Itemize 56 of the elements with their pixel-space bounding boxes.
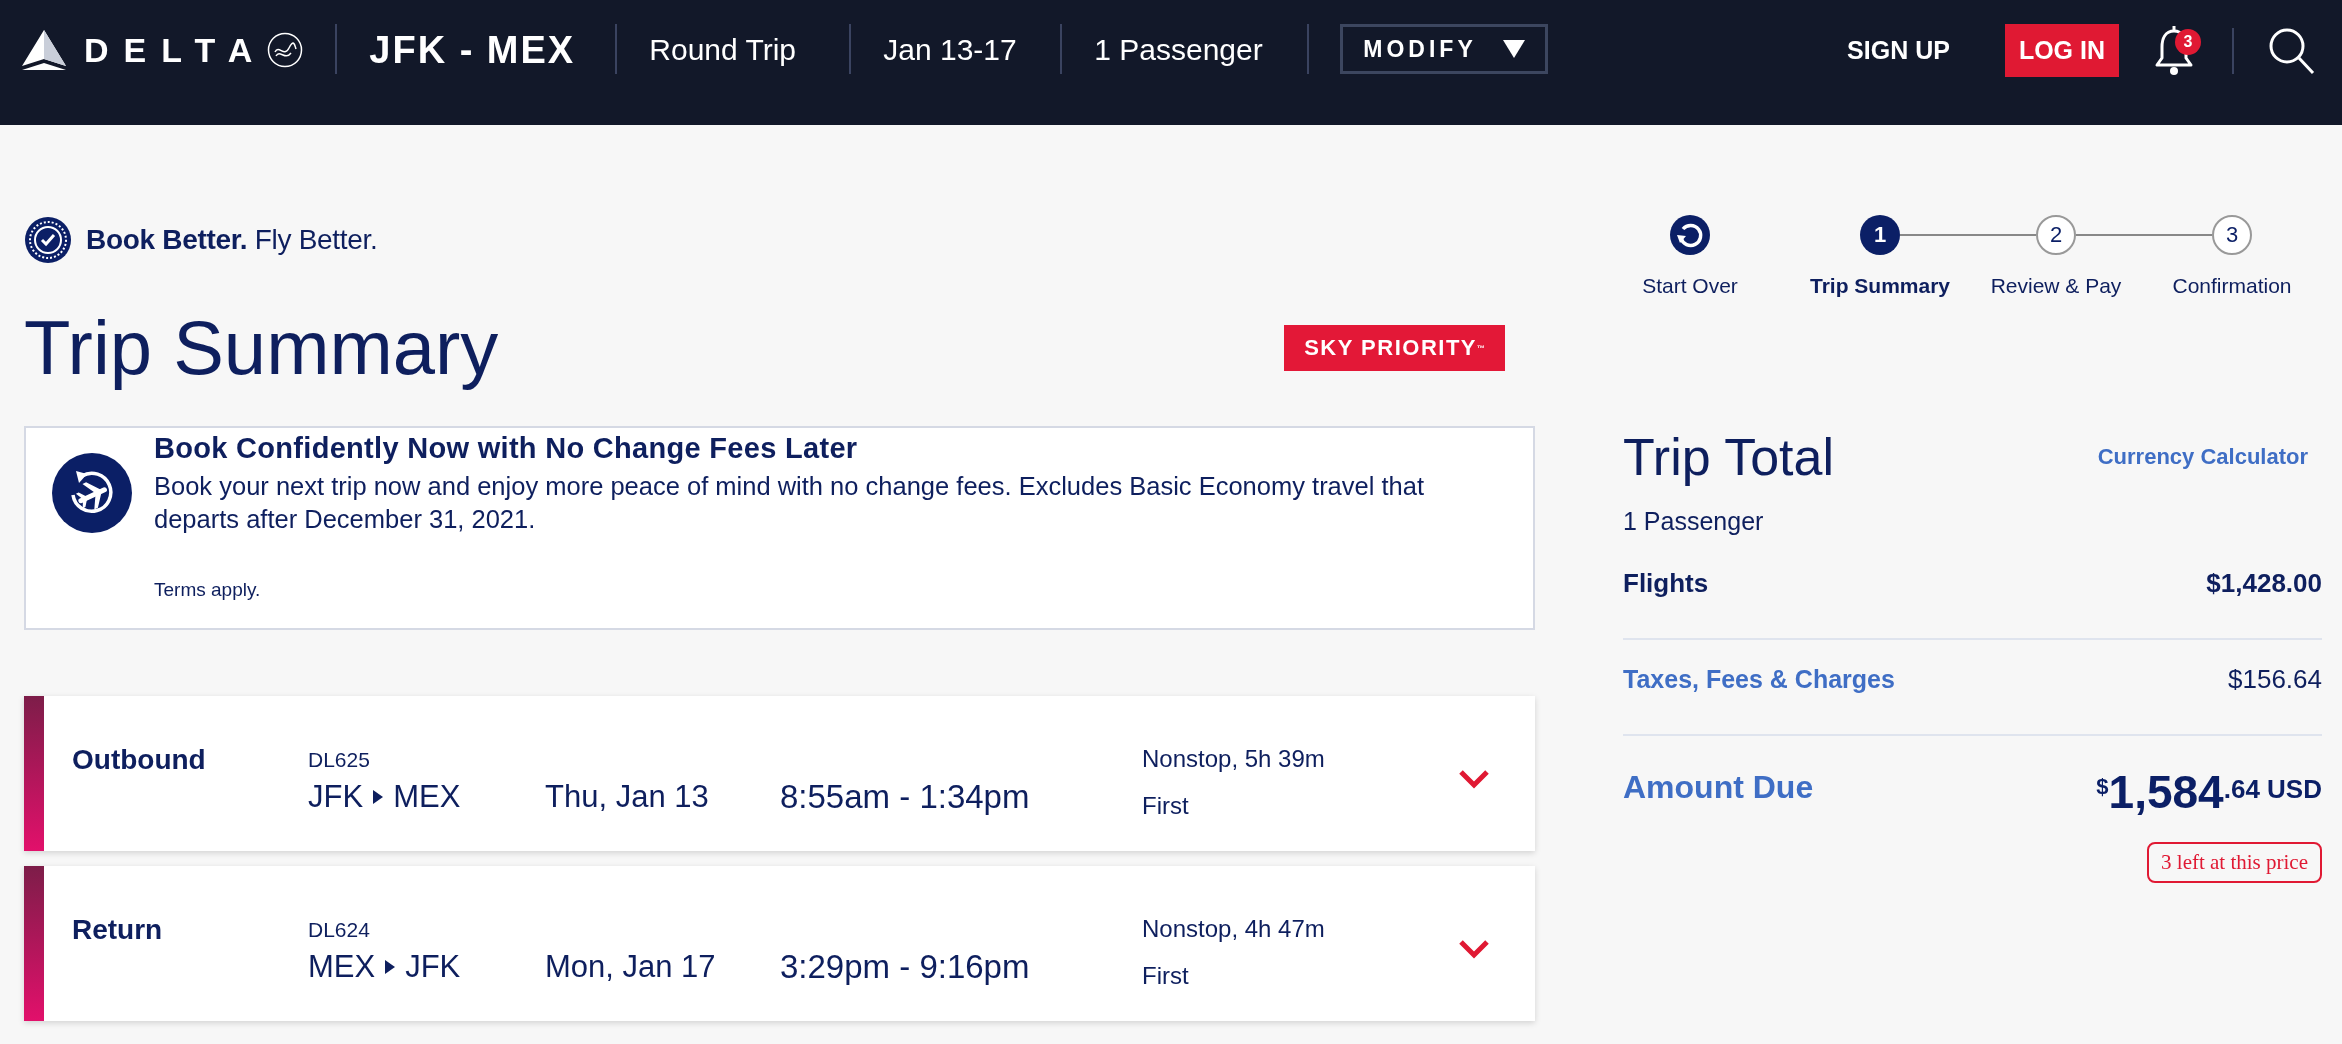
flight-times: 8:55am - 1:34pm (780, 778, 1030, 816)
trip-type-text: Round Trip (649, 33, 797, 67)
page-title: Trip Summary (24, 304, 499, 392)
flight-date: Mon, Jan 17 (545, 949, 716, 985)
origin-code: MEX (308, 949, 376, 985)
line-item-amount: $1,428.00 (2206, 567, 2322, 599)
cabin-class: First (1142, 961, 1189, 990)
route-text: JFK - MEX (369, 28, 576, 72)
notice-text: Book your next trip now and enjoy more peace of mind with no change fees. Excludes Basic Economy travel that departs after December 31, 2021. (154, 471, 1426, 535)
swirl-emblem-icon (267, 32, 304, 68)
triangle-right-icon (385, 960, 396, 974)
currency-calculator-link[interactable]: Currency Calculator (2097, 444, 2308, 470)
flight-direction: Return (72, 914, 163, 946)
flight-times: 3:29pm - 9:16pm (780, 948, 1030, 986)
trip-total-title: Trip Total (1623, 427, 1834, 487)
chevron-down-icon[interactable] (1458, 939, 1490, 959)
flight-duration: Nonstop, 5h 39m (1142, 744, 1325, 773)
line-item-link[interactable]: Taxes, Fees & Charges (1623, 664, 1895, 694)
step-label: Confirmation (2172, 273, 2292, 299)
tagline-text: Book Better. Fly Better. (86, 224, 378, 256)
check-seal-icon (24, 216, 72, 264)
sign-up-link[interactable]: SIGN UP (1847, 36, 1950, 65)
origin-code: JFK (308, 779, 364, 815)
logo-wordmark: DELTA (84, 30, 268, 71)
flight-number: DL624 (308, 917, 370, 943)
destination-code: MEX (393, 779, 461, 815)
step-number: 1 (1860, 215, 1900, 255)
passenger-count-text: 1 Passenger (1094, 33, 1263, 67)
line-item-amount: $156.64 (2228, 663, 2322, 695)
chevron-down-icon[interactable] (1458, 769, 1490, 789)
passenger-count: 1 Passenger (1623, 506, 1764, 537)
triangle-logo-icon[interactable] (22, 30, 66, 70)
flight-date: Thu, Jan 13 (545, 779, 709, 815)
modify-button[interactable]: MODIFY (1340, 24, 1549, 74)
step-label: Review & Pay (1990, 273, 2122, 299)
priority-badge: SKY PRIORITY$^{™}$ (1284, 325, 1505, 371)
line-item-label: Flights (1623, 567, 1709, 599)
start-over-link[interactable]: Start Over (1642, 273, 1738, 299)
availability-notice: 3 left at this price (2147, 842, 2322, 883)
step-number: 3 (2212, 215, 2252, 255)
caret-down-icon (1503, 40, 1526, 58)
triangle-right-icon (373, 790, 384, 804)
notification-count-badge: 3 (2175, 29, 2201, 55)
step-label: Trip Summary (1809, 273, 1951, 299)
notice-title: Book Confidently Now with No Change Fees Later (154, 431, 859, 466)
refresh-icon[interactable] (1670, 215, 1710, 255)
amount-due-label: Amount Due (1623, 768, 1814, 807)
step-number: 2 (2036, 215, 2076, 255)
flight-number: DL625 (308, 747, 370, 773)
log-in-button[interactable]: LOG IN (2004, 24, 2119, 77)
travel-dates-text: Jan 13-17 (883, 33, 1017, 67)
flight-direction: Outbound (72, 744, 206, 776)
cabin-class: First (1142, 791, 1189, 820)
flight-duration: Nonstop, 4h 47m (1142, 914, 1325, 943)
terms-note: Terms apply. (154, 578, 261, 602)
destination-code: JFK (405, 949, 461, 985)
